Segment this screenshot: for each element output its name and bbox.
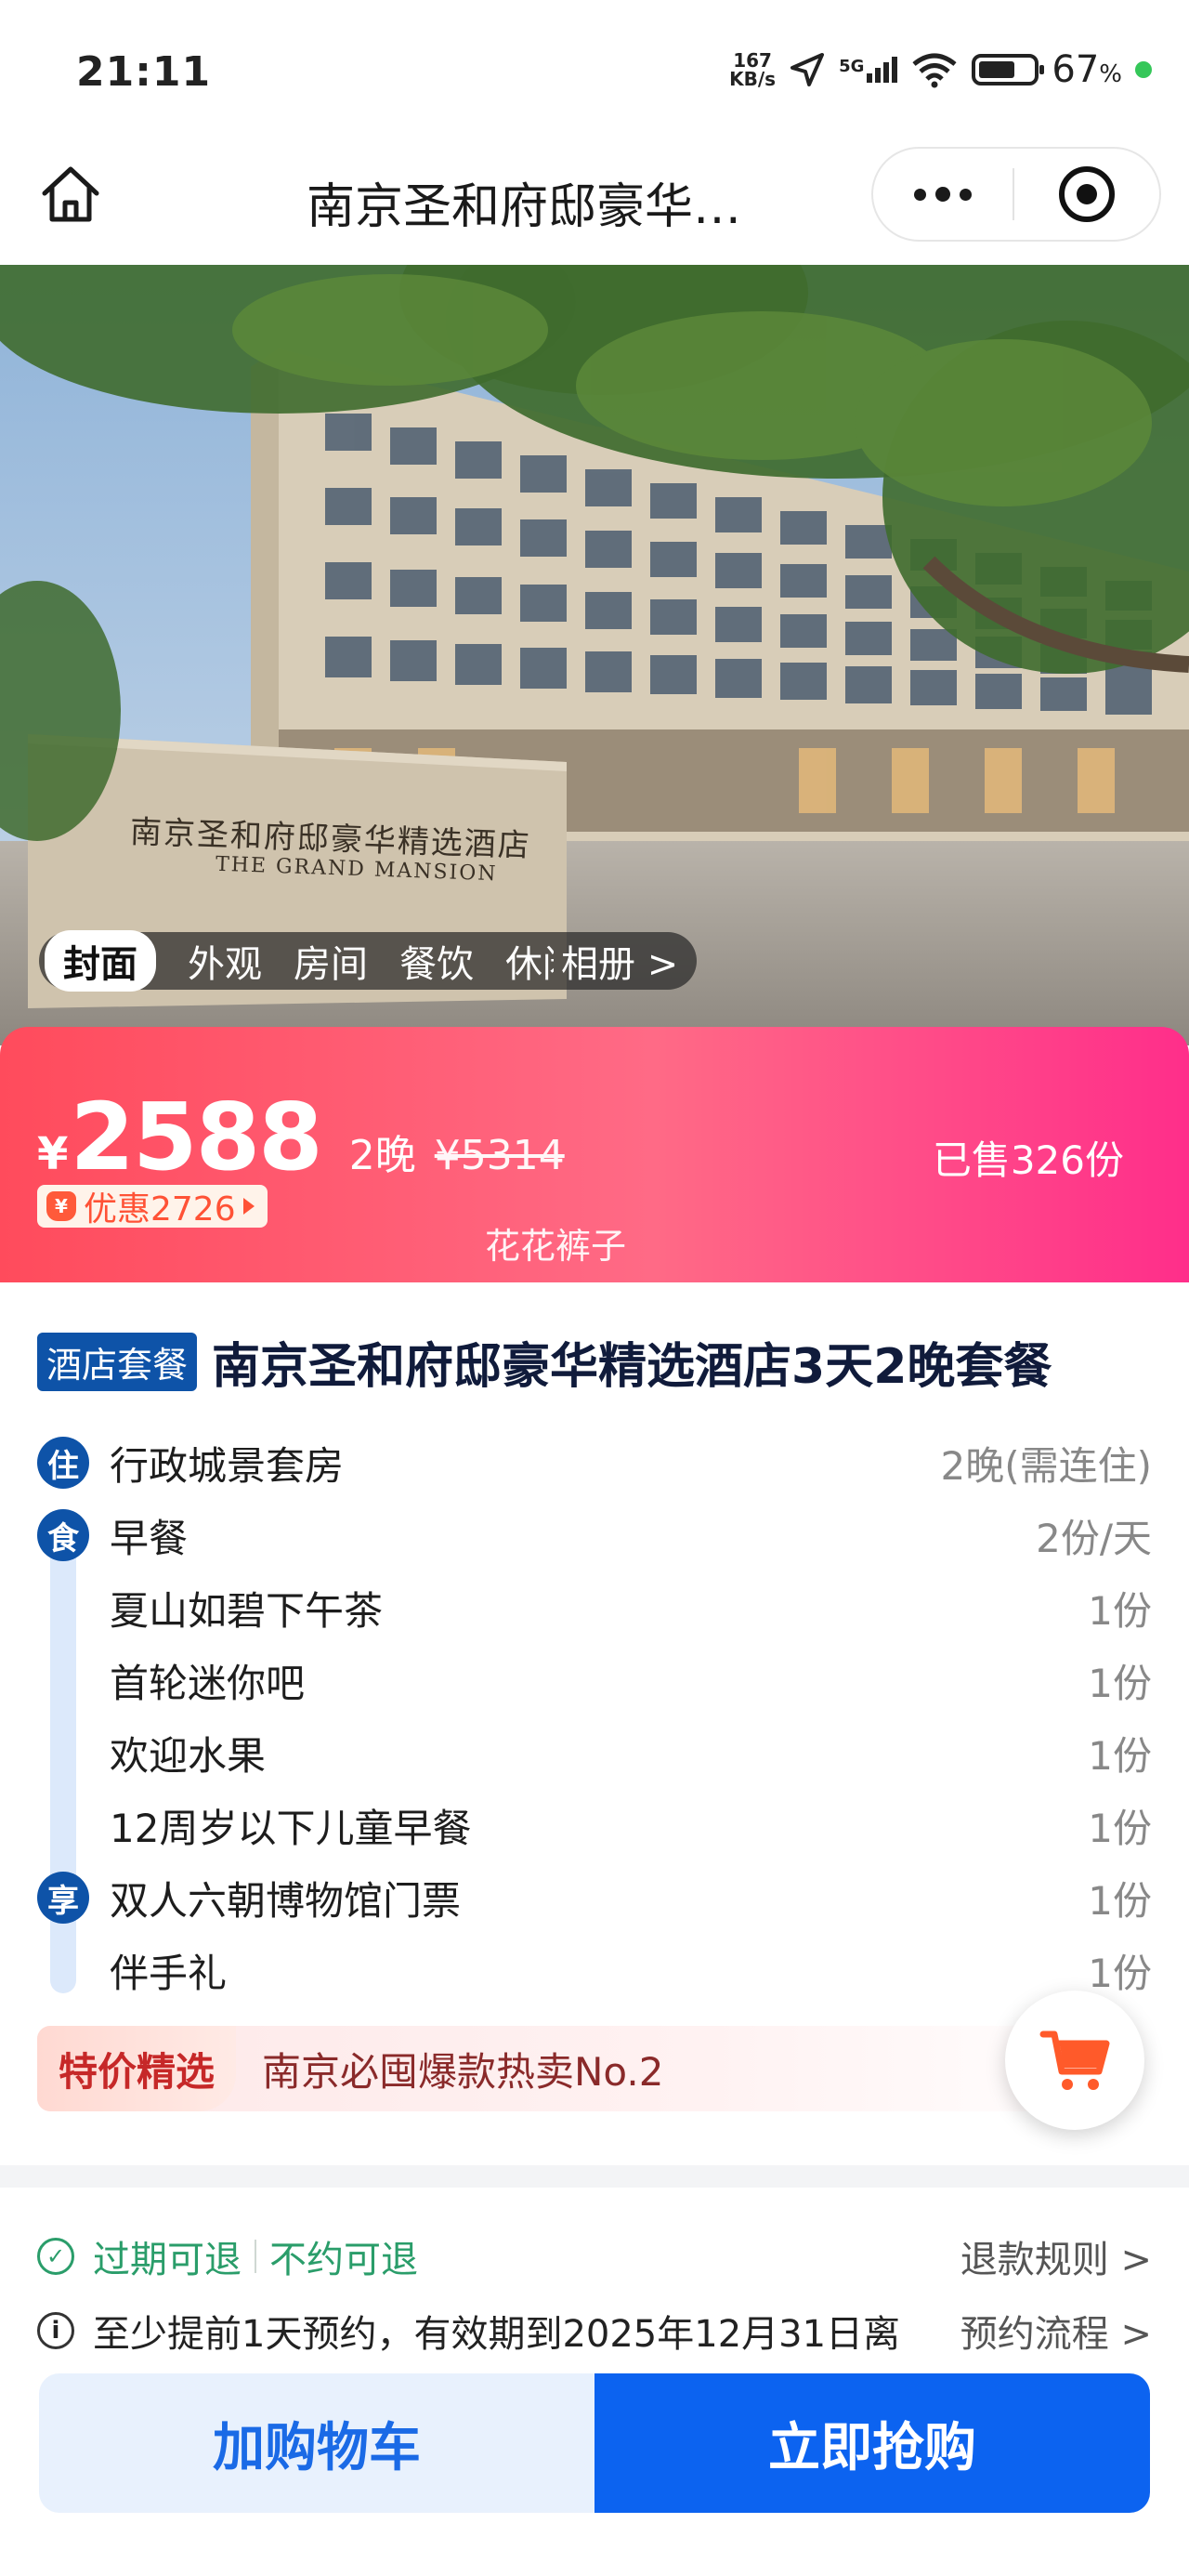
mini-program-capsule (871, 147, 1161, 242)
gallery-tabs: 封面 外观 房间 餐饮 休闲 相册 > (39, 930, 698, 992)
add-to-cart-button[interactable]: 加购物车 (39, 2373, 594, 2513)
stay-icon: 住 (37, 1437, 89, 1489)
special-offer-strip[interactable]: 特价精选 南京必囤爆款热卖No.2 (37, 2026, 1152, 2111)
price-amount: 2588 (70, 1083, 322, 1191)
money-bag-icon: ¥ (46, 1191, 76, 1221)
enjoy-icon: 享 (37, 1872, 89, 1924)
special-tag: 特价精选 (37, 2026, 236, 2111)
booking-info-text: 至少提前1天预约，有效期到2025年12月31日离 (93, 2313, 901, 2356)
info-icon: i (37, 2312, 74, 2349)
package-items: 住 行政城景套房 2晚(需连住) 食 早餐 2份/天 夏山如碧下午茶 1份 首轮… (37, 1426, 1152, 2006)
page-title: 南京圣和府邸豪华… (307, 179, 742, 235)
list-item: 食 早餐 2份/天 (37, 1499, 1152, 1571)
hotel-photo (0, 265, 1189, 1045)
play-arrow-icon (242, 1198, 255, 1215)
section-divider (0, 2165, 1189, 2188)
nav-bar: 南京圣和府邸豪华… (0, 139, 1189, 265)
refund-policy-row[interactable]: ✓ 过期可退 不约可退 退款规则 > (37, 2228, 1152, 2284)
product-title: 南京圣和府邸豪华精选酒店3天2晚套餐 (212, 1339, 1052, 1395)
privacy-dot (1135, 61, 1152, 78)
bottom-action-bar: 加购物车 立即抢购 (0, 2351, 1189, 2576)
original-price: ¥5314 (434, 1132, 565, 1179)
status-icons: 167 KB/s 5G 67% (729, 48, 1152, 91)
list-item: 欢迎水果 1份 (110, 1732, 1152, 1779)
list-item: 12周岁以下儿童早餐 1份 (110, 1805, 1152, 1851)
check-circle-icon: ✓ (37, 2238, 74, 2275)
tab-cover[interactable]: 封面 (45, 930, 156, 992)
tab-dining[interactable]: 餐饮 (399, 934, 474, 988)
shopping-cart-icon (1039, 2031, 1110, 2090)
food-icon: 食 (37, 1509, 89, 1561)
list-item: 首轮迷你吧 1份 (110, 1660, 1152, 1706)
signal-icon: 5G (839, 57, 898, 83)
tab-leisure[interactable]: 休闲 (505, 934, 554, 988)
status-bar: 21:11 167 KB/s 5G 67% (0, 0, 1189, 139)
price-nights: 2晚 (348, 1132, 416, 1179)
product-title-row: 酒店套餐 南京圣和府邸豪华精选酒店3天2晚套餐 (37, 1327, 1170, 1397)
list-item: 夏山如碧下午茶 1份 (110, 1587, 1152, 1634)
booking-info-row[interactable]: i 至少提前1天预约，有效期到2025年12月31日离 预约流程 > (37, 2303, 1152, 2359)
price-banner: ¥ 2588 2晚 ¥5314 ¥ 优惠2726 已售326份 花花裤子 (0, 1027, 1189, 1282)
net-speed: 167 KB/s (729, 49, 777, 90)
list-item: 享 双人六朝博物馆门票 1份 (37, 1861, 1152, 1934)
tab-exterior[interactable]: 外观 (188, 934, 262, 988)
location-icon (790, 53, 825, 86)
refund-rules-link[interactable]: 退款规则 > (960, 2229, 1152, 2283)
list-item: 伴手礼 1份 (110, 1950, 1152, 1996)
more-icon[interactable] (873, 149, 1013, 240)
discount-badge[interactable]: ¥ 优惠2726 (37, 1185, 268, 1229)
home-icon[interactable] (37, 162, 104, 229)
discount-text: 优惠2726 (84, 1190, 236, 1229)
close-mini-program-button[interactable] (1014, 166, 1159, 222)
no-appointment-refundable: 不约可退 (269, 2239, 418, 2281)
buy-now-button[interactable]: 立即抢购 (594, 2373, 1150, 2513)
status-time: 21:11 (76, 48, 212, 96)
cart-button[interactable] (1005, 1991, 1144, 2130)
sold-count: 已售326份 (932, 1137, 1124, 1183)
booking-flow-link[interactable]: 预约流程 > (960, 2304, 1152, 2358)
tab-album[interactable]: 相册 > (561, 934, 678, 988)
price-row: ¥ 2588 2晚 ¥5314 (37, 1083, 565, 1191)
divider (255, 2240, 256, 2273)
list-item: 住 行政城景套房 2晚(需连住) (37, 1426, 1152, 1499)
watermark: 花花裤子 (485, 1226, 627, 1267)
target-icon (1059, 166, 1115, 222)
battery-level: 67% (1052, 48, 1122, 91)
tab-rooms[interactable]: 房间 (294, 934, 368, 988)
wifi-icon (912, 53, 957, 88)
battery-icon (972, 54, 1045, 85)
expired-refundable: 过期可退 (93, 2239, 242, 2281)
currency-symbol: ¥ (37, 1128, 69, 1180)
package-badge: 酒店套餐 (37, 1333, 198, 1391)
hero-gallery[interactable]: 南京圣和府邸豪华精选酒店 THE GRAND MANSION 封面 外观 房间 … (0, 265, 1189, 1045)
special-text: 南京必囤爆款热卖No.2 (262, 2048, 664, 2095)
